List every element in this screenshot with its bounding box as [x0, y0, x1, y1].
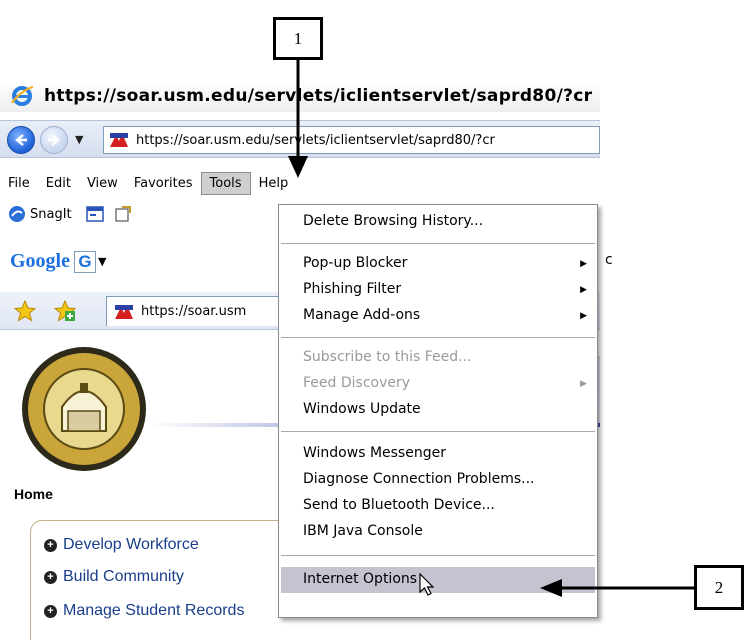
plus-circle-icon: + — [44, 538, 57, 552]
menu-edit[interactable]: Edit — [38, 173, 79, 194]
menu-separator — [281, 337, 595, 338]
capture-edit-icon[interactable] — [114, 205, 132, 223]
address-text: https://soar.usm.edu/servlets/iclientser… — [136, 132, 495, 148]
submenu-arrow-icon: ▶ — [580, 285, 587, 295]
menu-separator — [281, 431, 595, 432]
menu-file[interactable]: File — [0, 173, 38, 194]
capture-window-icon[interactable] — [85, 205, 104, 223]
submenu-arrow-icon: ▶ — [580, 311, 587, 321]
home-heading: Home — [14, 486, 53, 502]
tab-title: https://soar.usm — [141, 304, 247, 319]
ie-logo-icon — [11, 86, 34, 106]
peoplesoft-favicon-icon — [108, 131, 130, 149]
submenu-arrow-icon: ▶ — [580, 379, 587, 389]
history-dropdown-icon[interactable]: ▼ — [75, 133, 83, 146]
forward-arrow-icon — [48, 134, 60, 146]
tools-menu: Delete Browsing History... Pop-up Blocke… — [278, 204, 598, 618]
star-icon[interactable] — [14, 300, 36, 322]
menu-item-phishing-filter[interactable]: Phishing Filter — [303, 281, 401, 297]
google-search-button[interactable]: G — [74, 250, 96, 273]
toolbar-overflow-text: c — [605, 252, 613, 268]
callout-1-arrow — [288, 58, 308, 178]
plus-circle-icon: + — [44, 570, 57, 584]
menu-item-delete-history[interactable]: Delete Browsing History... — [303, 213, 483, 229]
snagit-label[interactable]: SnagIt — [30, 207, 72, 222]
link-develop-workforce[interactable]: + Develop Workforce — [44, 536, 199, 554]
callout-2-label: 2 — [714, 577, 724, 597]
google-toolbar: Google G ▼ — [10, 250, 106, 273]
google-logo: Google — [10, 250, 70, 272]
link-build-community[interactable]: + Build Community — [44, 568, 184, 586]
back-arrow-icon — [15, 134, 27, 146]
menu-favorites[interactable]: Favorites — [126, 173, 201, 194]
menu-item-feed-discovery: Feed Discovery — [303, 375, 411, 391]
menu-item-send-bluetooth[interactable]: Send to Bluetooth Device... — [303, 497, 495, 513]
plus-circle-icon: + — [44, 604, 57, 618]
snagit-toolbar: SnagIt — [8, 202, 142, 226]
callout-1-label: 1 — [293, 28, 303, 48]
window-title: https://soar.usm.edu/servlets/iclientser… — [44, 86, 593, 106]
menu-item-internet-options[interactable]: Internet Options — [303, 571, 417, 587]
menu-separator — [281, 555, 595, 556]
forward-button[interactable] — [40, 126, 68, 154]
menu-item-manage-addons[interactable]: Manage Add-ons — [303, 307, 420, 323]
back-button[interactable] — [7, 126, 35, 154]
peoplesoft-favicon-icon — [115, 304, 133, 319]
menu-item-windows-messenger[interactable]: Windows Messenger — [303, 445, 446, 461]
university-seal-icon — [22, 347, 146, 471]
menu-item-subscribe-feed: Subscribe to this Feed... — [303, 349, 472, 365]
submenu-arrow-icon: ▶ — [580, 259, 587, 269]
mouse-pointer-icon — [419, 573, 435, 596]
link-manage-student-records[interactable]: + Manage Student Records — [44, 602, 244, 620]
add-star-icon[interactable] — [54, 300, 76, 322]
google-dropdown-icon[interactable]: ▼ — [98, 255, 106, 268]
address-bar[interactable]: https://soar.usm.edu/servlets/iclientser… — [103, 126, 600, 154]
menu-view[interactable]: View — [79, 173, 126, 194]
browser-tab[interactable]: https://soar.usm — [106, 296, 306, 326]
callout-2: 2 — [694, 565, 744, 610]
menu-tools[interactable]: Tools — [200, 171, 251, 195]
menu-item-java-console[interactable]: IBM Java Console — [303, 523, 423, 539]
menu-item-windows-update[interactable]: Windows Update — [303, 401, 421, 417]
menu-item-popup-blocker[interactable]: Pop-up Blocker — [303, 255, 597, 271]
snagit-logo-icon — [9, 206, 25, 222]
menu-item-diagnose-connection[interactable]: Diagnose Connection Problems... — [303, 471, 534, 487]
menu-separator — [281, 243, 595, 244]
callout-1: 1 — [273, 17, 323, 60]
